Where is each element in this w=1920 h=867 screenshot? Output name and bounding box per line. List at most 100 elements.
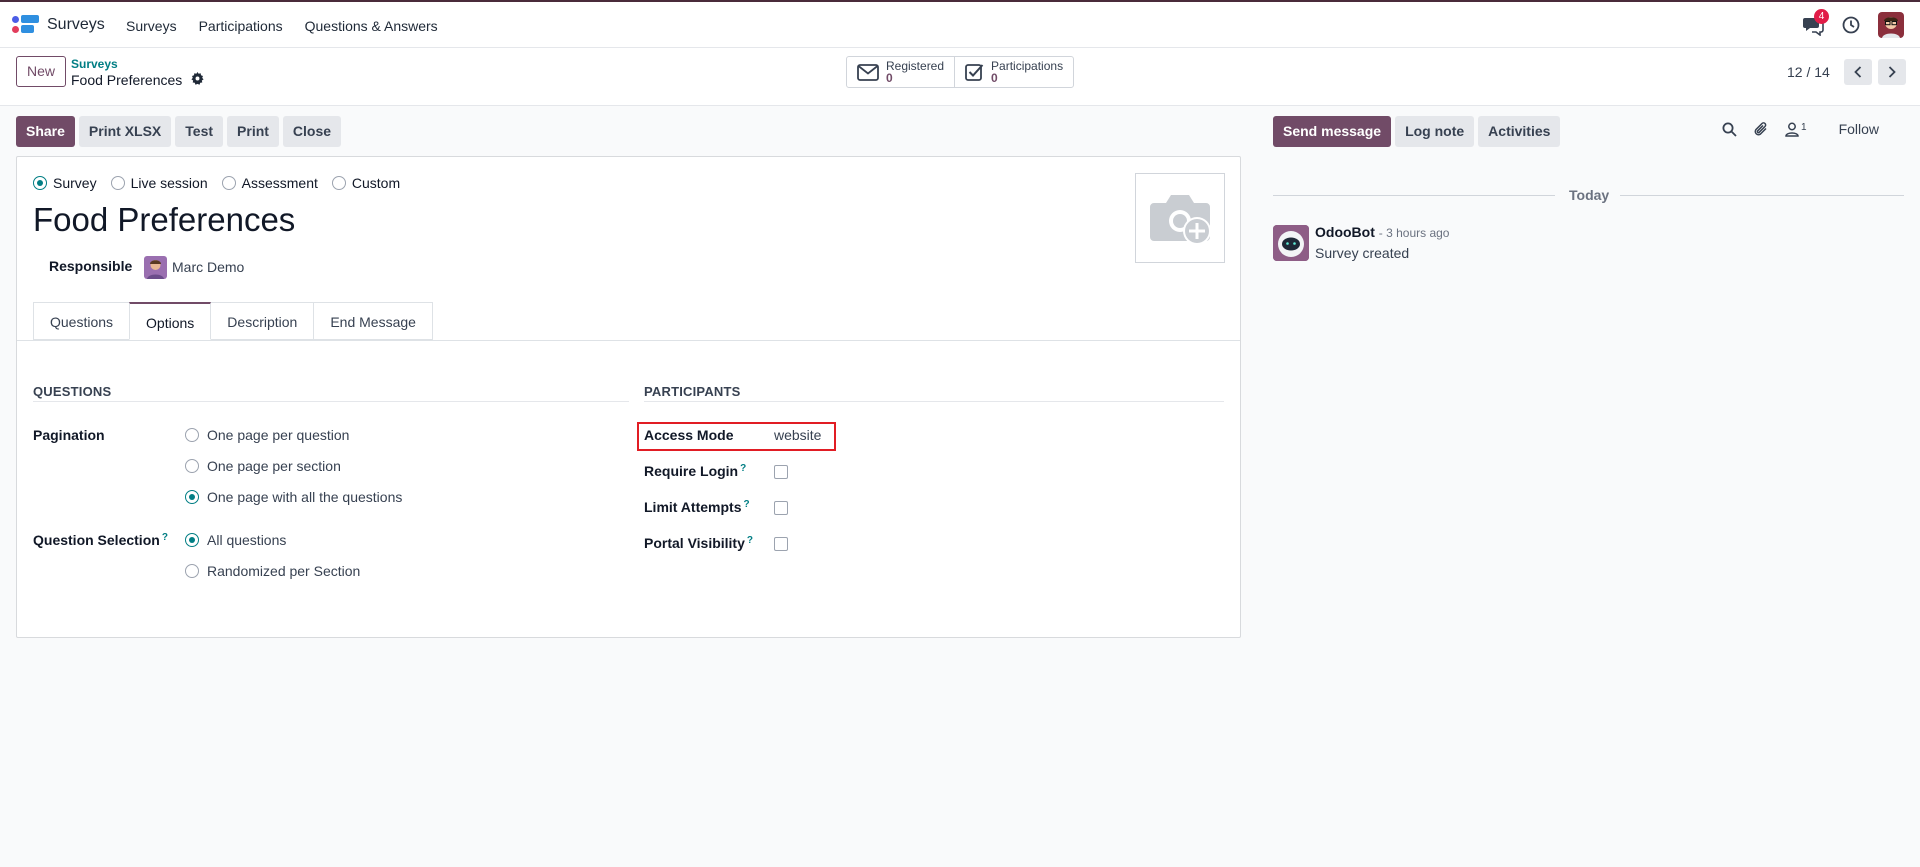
selection-option-randomized[interactable]: Randomized per Section — [185, 563, 360, 579]
followers-count: 1 — [1801, 121, 1807, 133]
message-body: Survey created — [1315, 245, 1410, 261]
pager-value[interactable]: 12 / 14 — [1787, 64, 1830, 80]
questions-section-divider — [33, 401, 629, 402]
tab-end-message[interactable]: End Message — [313, 302, 433, 340]
survey-type-assessment[interactable]: Assessment — [221, 175, 318, 191]
radio-one-page-all-questions[interactable] — [185, 490, 199, 504]
survey-type-radio-group: Survey Live session Assessment Custom — [33, 175, 400, 191]
selection-option-all-questions[interactable]: All questions — [185, 532, 286, 548]
menu-item-surveys[interactable]: Surveys — [126, 18, 177, 34]
odoobot-avatar — [1273, 225, 1309, 261]
message-author-name[interactable]: OdooBot — [1315, 224, 1375, 240]
menu-item-questions-answers[interactable]: Questions & Answers — [305, 18, 438, 34]
portal-visibility-help[interactable]: ? — [747, 535, 753, 546]
radio-randomized-per-section[interactable] — [185, 564, 199, 578]
share-button[interactable]: Share — [16, 116, 75, 147]
radio-all-questions[interactable] — [185, 533, 199, 547]
portal-visibility-checkbox[interactable] — [774, 537, 788, 551]
date-separator-right — [1620, 195, 1904, 196]
checkbox-checked-icon — [965, 63, 984, 81]
test-button[interactable]: Test — [175, 116, 224, 147]
limit-attempts-label-text: Limit Attempts — [644, 499, 742, 515]
require-login-help[interactable]: ? — [740, 463, 746, 474]
chevron-left-icon — [1854, 66, 1861, 78]
limit-attempts-checkbox[interactable] — [774, 501, 788, 515]
paperclip-icon[interactable] — [1753, 121, 1769, 137]
pagination-option-label: One page with all the questions — [207, 489, 403, 505]
require-login-checkbox[interactable] — [774, 465, 788, 479]
activities-button[interactable]: Activities — [1478, 116, 1561, 147]
systray: 4 — [1802, 9, 1904, 38]
radio-live-session[interactable] — [110, 176, 125, 190]
responsible-avatar — [144, 256, 167, 279]
pagination-option-all-questions[interactable]: One page with all the questions — [185, 489, 402, 505]
camera-add-icon — [1150, 195, 1211, 245]
survey-title-field[interactable]: Food Preferences — [33, 201, 295, 239]
survey-type-survey-label: Survey — [53, 175, 97, 191]
main-menu: Surveys Participations Questions & Answe… — [126, 18, 438, 34]
limit-attempts-help[interactable]: ? — [743, 499, 749, 510]
send-message-button[interactable]: Send message — [1273, 116, 1392, 147]
survey-type-live-session[interactable]: Live session — [110, 175, 208, 191]
access-mode-field[interactable]: website — [774, 427, 821, 443]
portal-visibility-label-text: Portal Visibility — [644, 535, 745, 551]
print-xlsx-button[interactable]: Print XLSX — [78, 116, 172, 147]
messages-badge: 4 — [1814, 9, 1829, 24]
participants-section-title: PARTICIPANTS — [644, 384, 741, 399]
new-button[interactable]: New — [16, 56, 66, 87]
app-name[interactable]: Surveys — [47, 16, 105, 34]
user-icon — [1785, 122, 1799, 137]
tab-questions[interactable]: Questions — [33, 302, 131, 340]
survey-image-upload[interactable] — [1135, 173, 1225, 263]
require-login-label-text: Require Login — [644, 463, 739, 479]
radio-custom[interactable] — [331, 176, 346, 190]
form-tabs: Questions Options Description End Messag… — [33, 302, 433, 340]
activity-clock-icon[interactable] — [1842, 16, 1860, 34]
question-selection-help[interactable]: ? — [162, 532, 168, 543]
apps-menu-icon[interactable] — [12, 15, 40, 35]
responsible-field[interactable]: Marc Demo — [172, 259, 244, 275]
gear-icon[interactable] — [191, 72, 204, 85]
message-author: OdooBot - 3 hours ago — [1315, 224, 1449, 240]
survey-type-survey[interactable]: Survey — [33, 175, 97, 191]
radio-survey[interactable] — [33, 176, 47, 190]
form-action-buttons: Share Print XLSX Test Print Close — [16, 116, 342, 147]
tab-description[interactable]: Description — [210, 302, 315, 340]
pager-next-button[interactable] — [1877, 59, 1906, 85]
limit-attempts-label: Limit Attempts? — [644, 499, 750, 515]
registered-stat-button[interactable]: Registered 0 — [847, 57, 954, 87]
pagination-option-label: One page per question — [207, 427, 350, 443]
question-selection-label: Question Selection? — [33, 532, 168, 548]
follow-button[interactable]: Follow — [1839, 121, 1879, 137]
print-button[interactable]: Print — [227, 116, 279, 147]
followers-button[interactable]: 1 — [1785, 122, 1807, 137]
registered-label: Registered — [886, 59, 945, 73]
control-panel: New Surveys Food Preferences Registered … — [0, 48, 1920, 106]
participants-section-divider — [644, 401, 1224, 402]
close-button[interactable]: Close — [282, 116, 342, 147]
survey-type-custom[interactable]: Custom — [331, 175, 400, 191]
tab-options[interactable]: Options — [129, 302, 212, 340]
messaging-icon[interactable]: 4 — [1802, 9, 1829, 37]
selection-option-label: Randomized per Section — [207, 563, 361, 579]
radio-one-page-per-section[interactable] — [185, 459, 199, 473]
search-icon[interactable] — [1722, 122, 1737, 137]
pagination-option-per-question[interactable]: One page per question — [185, 427, 349, 443]
participations-stat-button[interactable]: Participations 0 — [954, 57, 1073, 87]
radio-one-page-per-question[interactable] — [185, 428, 199, 442]
pager: 12 / 14 — [1787, 59, 1906, 85]
pagination-option-per-section[interactable]: One page per section — [185, 458, 341, 474]
survey-type-live-session-label: Live session — [130, 175, 208, 191]
pager-previous-button[interactable] — [1843, 59, 1872, 85]
participations-label: Participations — [991, 59, 1064, 73]
participations-value: 0 — [991, 71, 998, 85]
responsible-label: Responsible — [49, 258, 133, 274]
log-note-button[interactable]: Log note — [1395, 116, 1475, 147]
access-mode-label: Access Mode — [644, 427, 734, 443]
user-avatar[interactable] — [1878, 12, 1904, 38]
menu-item-participations[interactable]: Participations — [199, 18, 283, 34]
radio-assessment[interactable] — [221, 176, 236, 190]
selection-option-label: All questions — [207, 532, 287, 548]
envelope-icon — [857, 63, 879, 81]
breadcrumb-parent[interactable]: Surveys — [71, 57, 118, 71]
